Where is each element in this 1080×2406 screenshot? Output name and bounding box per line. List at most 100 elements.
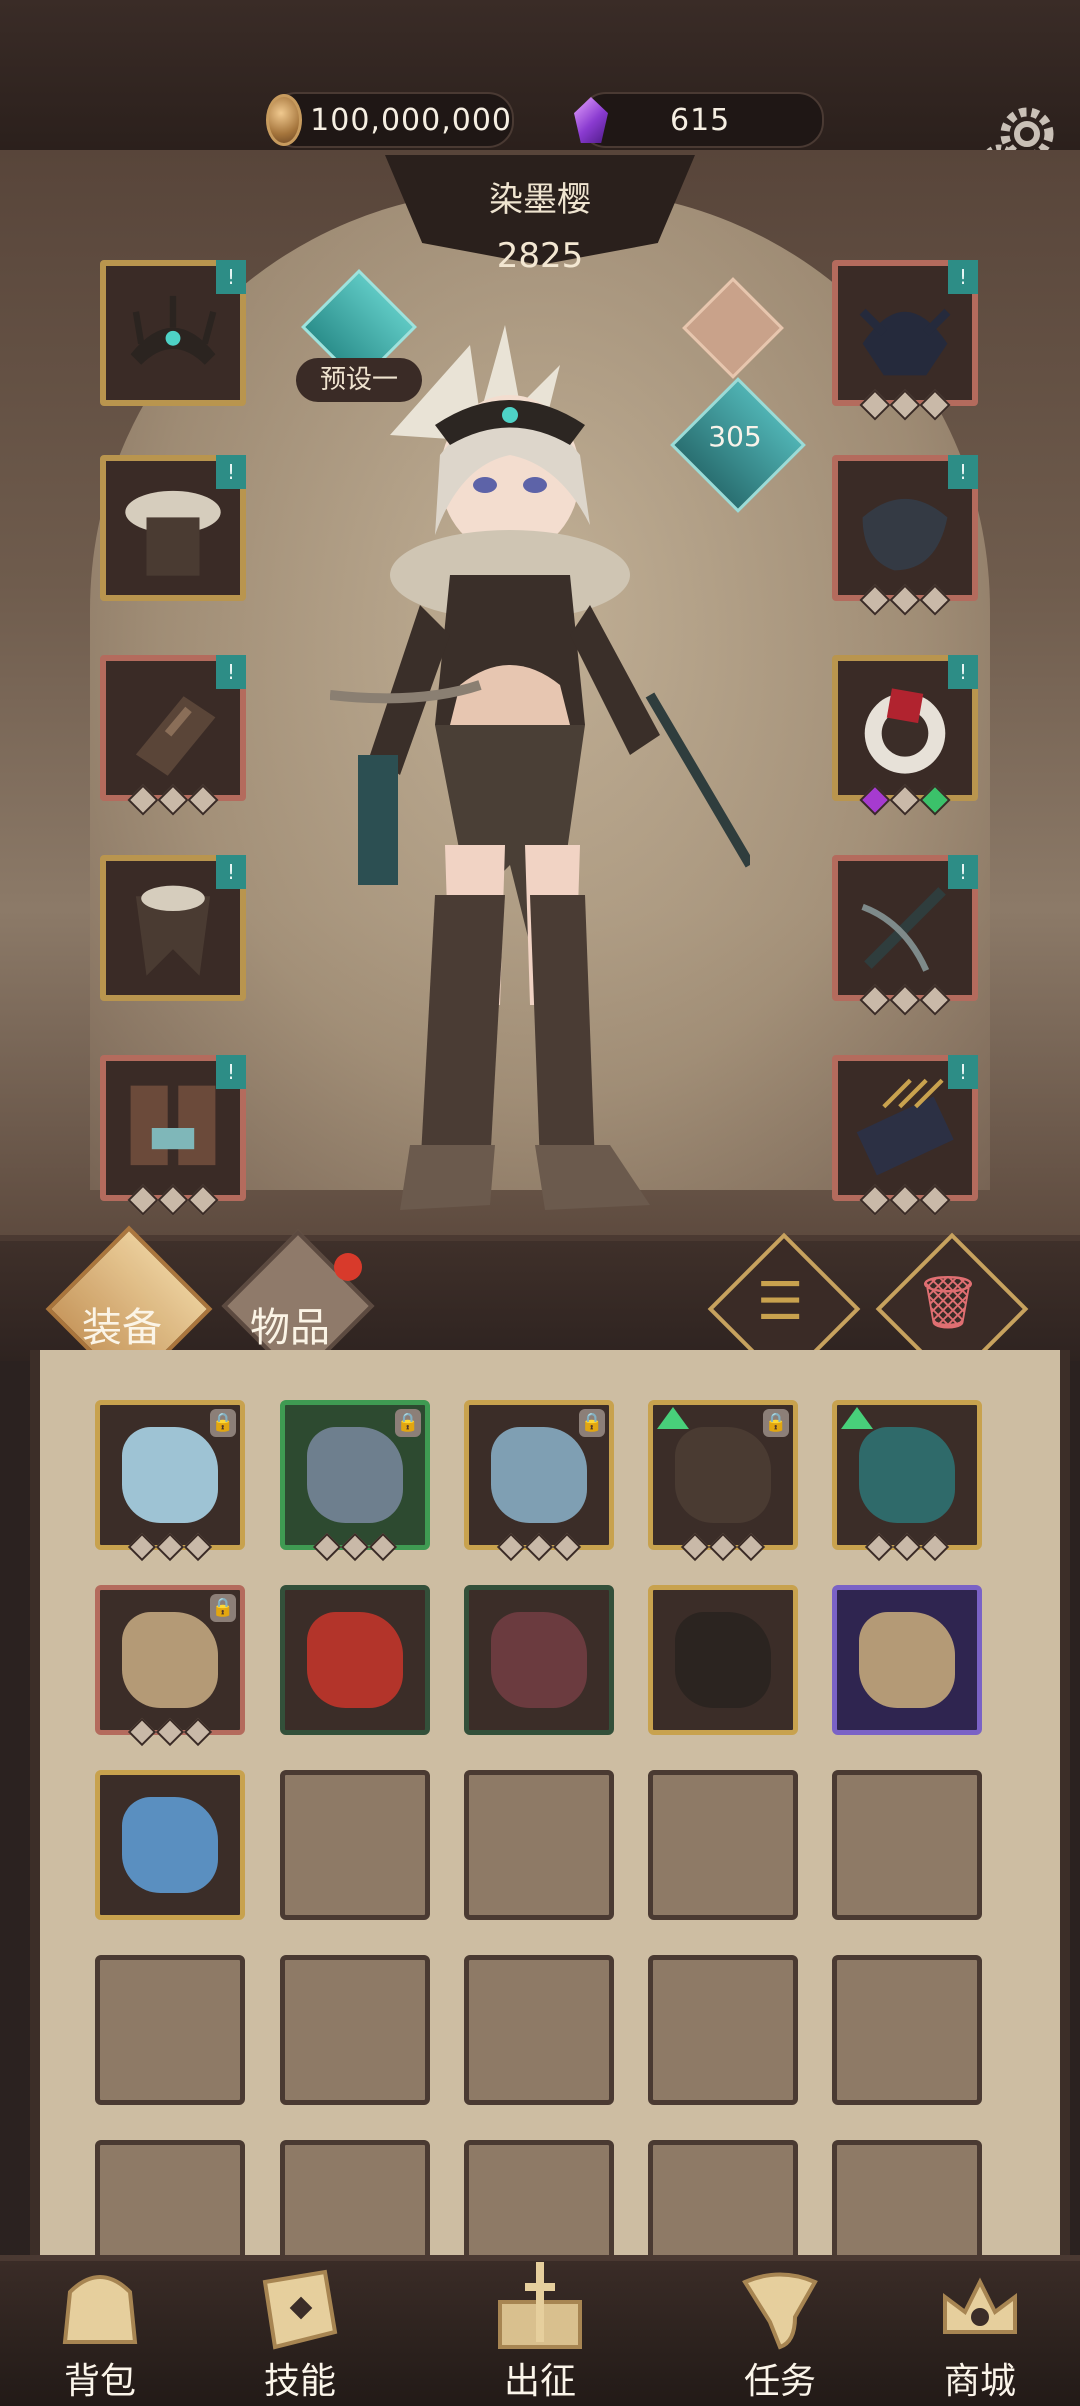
dark-helm-icon — [859, 308, 951, 376]
new-item-tag: ! — [948, 260, 978, 294]
nav-skills[interactable]: 技能 — [210, 2262, 390, 2402]
hero-display: 染墨樱 2825 预设一 305 ! ! ! ! ! ! ! ! ! ! — [0, 150, 1080, 1235]
gem-sockets — [859, 584, 951, 616]
skill-book-icon — [262, 2269, 338, 2350]
quiver-icon — [856, 1078, 954, 1176]
gem-sockets — [496, 1532, 582, 1562]
equip-slot-chest[interactable]: ! — [100, 455, 246, 601]
gem-sockets — [127, 1532, 213, 1562]
gem-sockets — [864, 1532, 950, 1562]
equip-slot-hands[interactable]: ! — [832, 455, 978, 616]
teal-pants-icon — [859, 1427, 955, 1523]
armor-ice-icon — [491, 1427, 587, 1523]
crossbow-icon — [861, 887, 946, 972]
equip-slot-head[interactable]: ! — [100, 260, 246, 406]
ruby-ring-icon — [864, 688, 946, 774]
eye-pendant-icon — [122, 1797, 218, 1893]
inventory-empty-slot[interactable] — [464, 1770, 614, 1920]
gem-sockets — [859, 1184, 951, 1216]
lock-icon: 🔒 — [210, 1594, 236, 1622]
new-item-tag: ! — [948, 655, 978, 689]
gauntlet-icon — [862, 498, 948, 571]
new-item-tag: ! — [216, 855, 246, 889]
inventory-empty-slot[interactable] — [464, 1955, 614, 2105]
lock-icon: 🔒 — [395, 1409, 421, 1437]
boots-icon — [130, 1085, 216, 1166]
inventory-item-slot[interactable] — [832, 1400, 982, 1562]
tab-items[interactable]: 物品 — [250, 1295, 330, 1353]
new-item-tag: ! — [948, 855, 978, 889]
nav-quests[interactable]: 任务 — [690, 2262, 870, 2402]
inventory-item-slot[interactable] — [648, 1585, 798, 1735]
nav-expedition[interactable]: 出征 — [450, 2262, 630, 2402]
inventory-empty-slot[interactable] — [832, 1955, 982, 2105]
nav-label-backpack: 背包 — [63, 2361, 136, 2402]
tab-equipment[interactable]: 装备 — [82, 1295, 162, 1353]
inventory-empty-slot[interactable] — [95, 1955, 245, 2105]
top-status-bar — [0, 0, 1080, 150]
sort-icon[interactable]: ☰ — [730, 1272, 830, 1332]
gold-amount: 100,000,000 — [310, 102, 512, 138]
inventory-empty-slot[interactable] — [648, 1770, 798, 1920]
new-item-tag: ! — [948, 1055, 978, 1089]
gem-amount: 615 — [670, 102, 731, 138]
inventory-item-slot[interactable]: 🔒 — [95, 1400, 245, 1562]
nav-label-quests: 任务 — [743, 2361, 816, 2402]
owl-amulet-icon — [859, 1612, 955, 1708]
inventory-item-slot[interactable] — [280, 1585, 430, 1735]
inventory-item-slot[interactable]: 🔒 — [464, 1400, 614, 1562]
gauntlet-orb-icon — [307, 1427, 403, 1523]
lock-icon: 🔒 — [210, 1409, 236, 1437]
equip-slot-quiver[interactable]: ! — [832, 1055, 978, 1216]
skirt-spiked-icon — [675, 1427, 771, 1523]
leather-boots-icon — [491, 1612, 587, 1708]
inventory-empty-slot[interactable] — [280, 1770, 430, 1920]
new-item-tag: ! — [216, 1055, 246, 1089]
inventory-item-slot[interactable] — [95, 1770, 245, 1920]
nav-shop[interactable]: 商城 — [890, 2262, 1070, 2402]
bracer-icon — [135, 696, 216, 776]
nav-label-expedition: 出征 — [503, 2361, 576, 2402]
inventory-item-slot[interactable]: 🔒 — [95, 1585, 245, 1747]
trash-icon[interactable]: 🗑 — [898, 1272, 998, 1333]
notification-dot — [334, 1253, 362, 1281]
fur-armor-icon — [125, 490, 221, 576]
crown-icon — [130, 295, 217, 365]
nav-backpack[interactable]: 背包 — [10, 2262, 190, 2402]
crossbow-ice-icon — [122, 1427, 218, 1523]
inventory-item-slot[interactable] — [832, 1585, 982, 1735]
crown-icon — [675, 1612, 771, 1708]
equip-slot-helm[interactable]: ! — [832, 260, 978, 421]
equip-slot-feet[interactable]: ! — [100, 1055, 246, 1216]
sword-map-icon — [498, 2262, 582, 2349]
hero-character-illustration[interactable] — [330, 305, 750, 1225]
upgrade-arrow-icon — [657, 1407, 689, 1429]
inventory-item-slot[interactable]: 🔒 — [280, 1400, 430, 1562]
scroll-icon — [742, 2272, 818, 2350]
gem-sockets — [680, 1532, 766, 1562]
gem-sockets — [859, 784, 951, 816]
gem-sockets — [127, 1184, 219, 1216]
new-item-tag: ! — [216, 455, 246, 489]
hero-power: 2825 — [496, 236, 584, 276]
equip-slot-waist[interactable]: ! — [100, 855, 246, 1001]
gem-counter[interactable]: 615 — [574, 92, 824, 148]
equip-slot-weapon[interactable]: ! — [832, 855, 978, 1016]
equip-slot-ring[interactable]: ! — [832, 655, 978, 816]
owl-amulet-icon — [122, 1612, 218, 1708]
nav-label-shop: 商城 — [943, 2361, 1016, 2402]
backpack-icon — [62, 2275, 138, 2344]
gold-counter[interactable]: 100,000,000 — [266, 92, 514, 148]
fur-skirt-icon — [135, 885, 211, 976]
inventory-item-slot[interactable]: 🔒 — [648, 1400, 798, 1562]
equip-slot-bracer[interactable]: ! — [100, 655, 246, 816]
red-hood-icon — [307, 1612, 403, 1708]
inventory-empty-slot[interactable] — [280, 1955, 430, 2105]
hero-name: 染墨樱 — [489, 180, 591, 220]
inventory-empty-slot[interactable] — [832, 1770, 982, 1920]
gem-sockets — [127, 1717, 213, 1747]
gem-sockets — [859, 389, 951, 421]
gem-sockets — [312, 1532, 398, 1562]
inventory-empty-slot[interactable] — [648, 1955, 798, 2105]
inventory-item-slot[interactable] — [464, 1585, 614, 1735]
